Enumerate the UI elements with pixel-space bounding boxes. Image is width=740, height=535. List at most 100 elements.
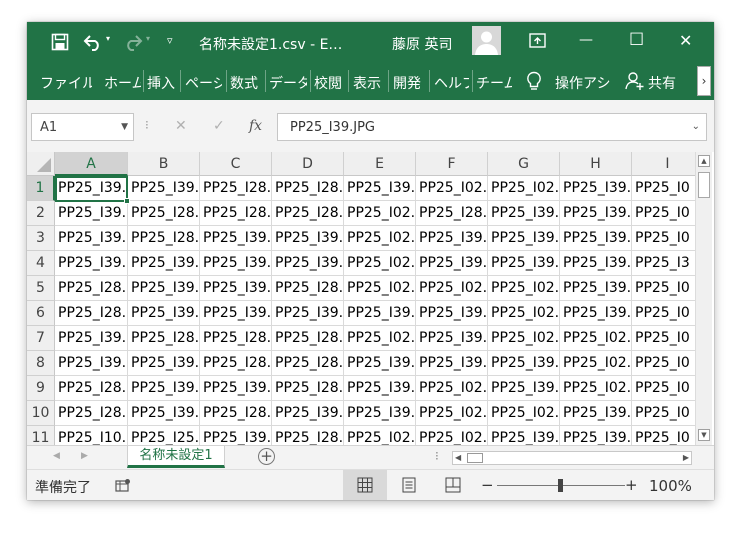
cell-b3[interactable]: PP25_I28. — [128, 226, 200, 251]
row-header-9[interactable]: 9 — [27, 376, 55, 401]
zoom-level[interactable]: 100% — [649, 477, 692, 495]
row-header-3[interactable]: 3 — [27, 226, 55, 251]
cell-h1[interactable]: PP25_I39. — [560, 176, 632, 201]
spreadsheet-grid[interactable]: ABCDEFGHI 1 2 3 4 5 6 7 8 9 10 11 PP25_I39. PP25_I3… — [27, 152, 714, 445]
cell-d6[interactable]: PP25_I39. — [272, 301, 344, 326]
column-header-e[interactable]: E — [344, 152, 416, 176]
tab-view[interactable]: 表示 — [353, 73, 384, 93]
share-person-icon[interactable] — [625, 71, 645, 91]
cell-f10[interactable]: PP25_I02. — [416, 401, 488, 426]
cell-d4[interactable]: PP25_I39. — [272, 251, 344, 276]
cell-d1[interactable]: PP25_I28. — [272, 176, 344, 201]
select-all-button[interactable] — [27, 152, 55, 176]
row-header-1[interactable]: 1 — [27, 176, 55, 201]
cell-g2[interactable]: PP25_I39. — [488, 201, 560, 226]
scroll-right-icon[interactable]: ▶ — [683, 453, 689, 462]
cell-g3[interactable]: PP25_I39. — [488, 226, 560, 251]
cell-f11[interactable]: PP25_I02. — [416, 426, 488, 445]
cell-h11[interactable]: PP25_I39. — [560, 426, 632, 445]
cell-b6[interactable]: PP25_I39. — [128, 301, 200, 326]
tab-formulas[interactable]: 数式 — [230, 73, 261, 93]
cell-b1[interactable]: PP25_I39. — [128, 176, 200, 201]
ribbon-scroll-button[interactable]: › — [697, 66, 711, 96]
vertical-scroll-thumb[interactable] — [698, 172, 710, 198]
normal-view-button[interactable] — [343, 470, 387, 500]
cell-h2[interactable]: PP25_I39. — [560, 201, 632, 226]
cell-i9[interactable]: PP25_I0 — [632, 376, 704, 401]
expand-formula-bar-icon[interactable]: ⌄ — [692, 121, 700, 132]
cell-a10[interactable]: PP25_I28. — [55, 401, 128, 426]
chevron-down-icon[interactable]: ▼ — [121, 122, 128, 132]
scroll-up-icon[interactable]: ▲ — [698, 155, 710, 167]
scroll-down-icon[interactable]: ▼ — [698, 429, 710, 441]
horizontal-scrollbar[interactable]: ◀ ▶ — [452, 451, 692, 465]
tab-splitter-icon[interactable]: ⁝ — [435, 449, 439, 463]
column-header-c[interactable]: C — [200, 152, 272, 176]
cell-i3[interactable]: PP25_I0 — [632, 226, 704, 251]
cell-e10[interactable]: PP25_I39. — [344, 401, 416, 426]
tell-me-search[interactable]: 操作アシ — [555, 73, 613, 93]
column-header-b[interactable]: B — [128, 152, 200, 176]
tab-home[interactable]: ホーム — [104, 73, 141, 93]
avatar[interactable] — [472, 26, 501, 55]
cell-h3[interactable]: PP25_I39. — [560, 226, 632, 251]
cell-c9[interactable]: PP25_I39. — [200, 376, 272, 401]
cell-h6[interactable]: PP25_I39. — [560, 301, 632, 326]
cell-g7[interactable]: PP25_I02. — [488, 326, 560, 351]
column-header-a[interactable]: A — [55, 152, 128, 176]
row-header-10[interactable]: 10 — [27, 401, 55, 426]
page-break-preview-icon[interactable] — [445, 477, 461, 493]
row-header-7[interactable]: 7 — [27, 326, 55, 351]
user-name[interactable]: 藤原 英司 — [392, 34, 452, 54]
cell-c4[interactable]: PP25_I39. — [200, 251, 272, 276]
scroll-left-icon[interactable]: ◀ — [455, 453, 461, 462]
cell-a9[interactable]: PP25_I28. — [55, 376, 128, 401]
next-sheet-icon[interactable]: ▶ — [81, 451, 88, 461]
cell-e1[interactable]: PP25_I39. — [344, 176, 416, 201]
row-header-4[interactable]: 4 — [27, 251, 55, 276]
cell-e3[interactable]: PP25_I02. — [344, 226, 416, 251]
row-header-2[interactable]: 2 — [27, 201, 55, 226]
undo-icon[interactable] — [83, 33, 103, 51]
cell-d7[interactable]: PP25_I28. — [272, 326, 344, 351]
cell-e11[interactable]: PP25_I02. — [344, 426, 416, 445]
more-options-dots-icon[interactable]: ⁝ — [145, 118, 149, 132]
row-header-8[interactable]: 8 — [27, 351, 55, 376]
zoom-slider-thumb[interactable] — [558, 479, 563, 492]
cell-e5[interactable]: PP25_I02. — [344, 276, 416, 301]
zoom-slider[interactable] — [497, 479, 625, 492]
cell-f2[interactable]: PP25_I28. — [416, 201, 488, 226]
cell-f8[interactable]: PP25_I39. — [416, 351, 488, 376]
cell-e9[interactable]: PP25_I39. — [344, 376, 416, 401]
undo-dropdown-icon[interactable]: ▾ — [106, 34, 110, 43]
save-icon[interactable] — [51, 33, 69, 51]
column-header-h[interactable]: H — [560, 152, 632, 176]
lightbulb-icon[interactable] — [526, 71, 542, 92]
cell-f1[interactable]: PP25_I02. — [416, 176, 488, 201]
sheet-tab-active[interactable]: 名称未設定1 — [127, 446, 225, 468]
cell-f5[interactable]: PP25_I02. — [416, 276, 488, 301]
minimize-button[interactable]: — — [579, 32, 593, 48]
tab-data[interactable]: データ — [269, 73, 307, 93]
row-header-11[interactable]: 11 — [27, 426, 55, 445]
cell-e4[interactable]: PP25_I02. — [344, 251, 416, 276]
cell-a8[interactable]: PP25_I39. — [55, 351, 128, 376]
cell-b9[interactable]: PP25_I39. — [128, 376, 200, 401]
cell-i1[interactable]: PP25_I0 — [632, 176, 704, 201]
cell-d11[interactable]: PP25_I28. — [272, 426, 344, 445]
share-button[interactable]: 共有 — [648, 73, 684, 93]
cell-a5[interactable]: PP25_I28. — [55, 276, 128, 301]
cell-c11[interactable]: PP25_I39. — [200, 426, 272, 445]
tab-file[interactable]: ファイル — [40, 73, 92, 93]
column-header-f[interactable]: F — [416, 152, 488, 176]
cell-e8[interactable]: PP25_I39. — [344, 351, 416, 376]
cell-g1[interactable]: PP25_I02. — [488, 176, 560, 201]
cell-a6[interactable]: PP25_I28. — [55, 301, 128, 326]
cell-i10[interactable]: PP25_I0 — [632, 401, 704, 426]
customize-quick-access-icon[interactable]: ▿ — [167, 34, 173, 47]
cell-g9[interactable]: PP25_I39. — [488, 376, 560, 401]
cell-i6[interactable]: PP25_I0 — [632, 301, 704, 326]
cell-a2[interactable]: PP25_I39. — [55, 201, 128, 226]
cell-i5[interactable]: PP25_I0 — [632, 276, 704, 301]
cell-b7[interactable]: PP25_I28. — [128, 326, 200, 351]
